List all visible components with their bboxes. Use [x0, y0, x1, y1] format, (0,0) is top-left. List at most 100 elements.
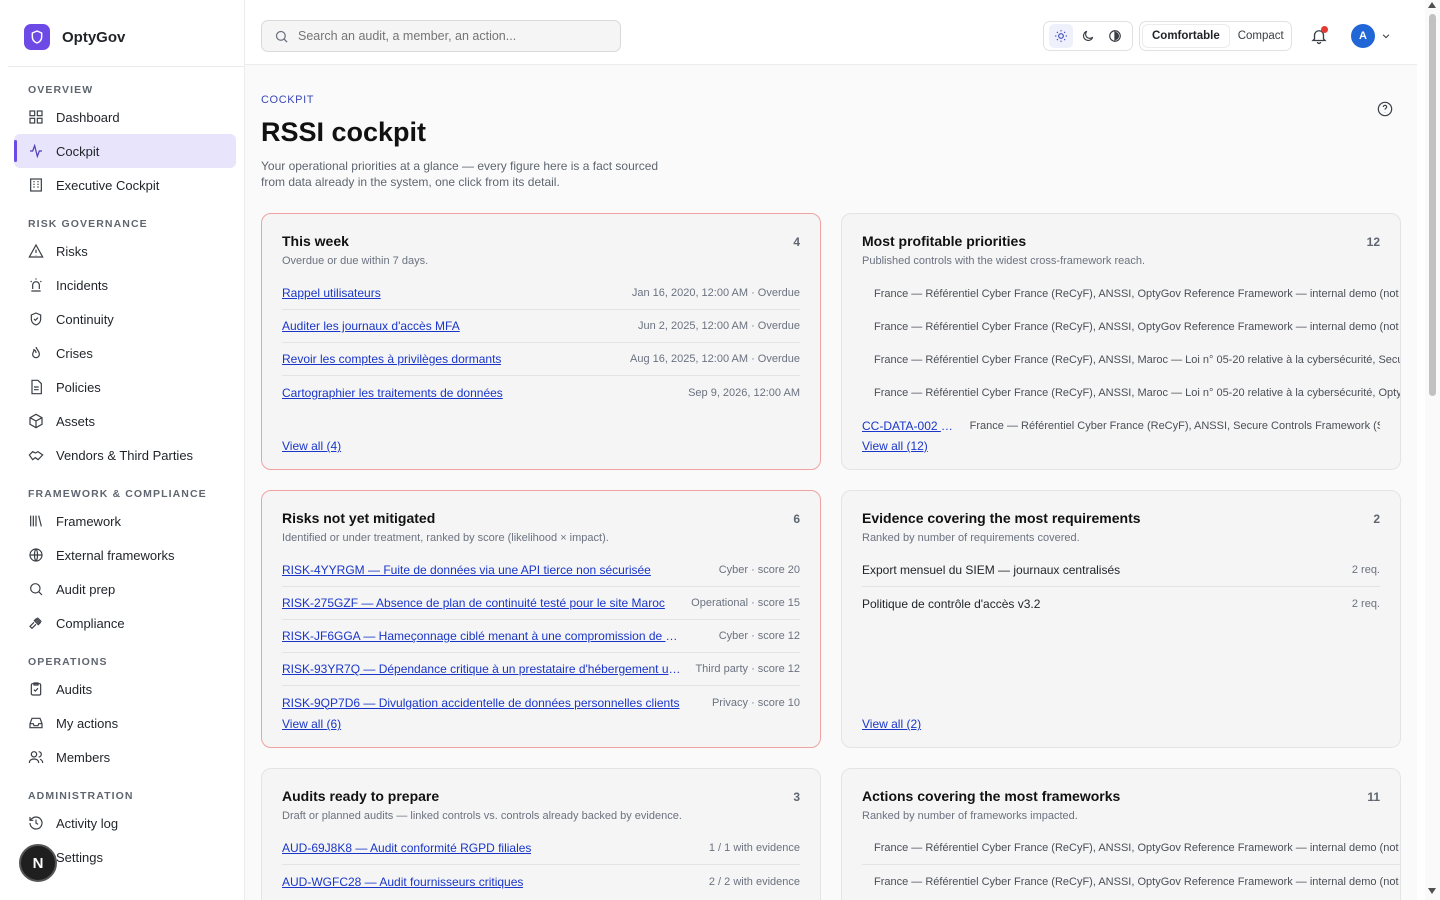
requirements-count: 2 req.: [1351, 564, 1380, 576]
sidebar-item-framework[interactable]: Framework: [14, 504, 236, 538]
sidebar-item-dashboard[interactable]: Dashboard: [14, 100, 236, 134]
sidebar-item-label: Policies: [56, 379, 101, 395]
sidebar-item-audits[interactable]: Audits: [14, 672, 236, 706]
history-icon: [29, 816, 43, 830]
sidebar-item-policies[interactable]: Policies: [14, 370, 236, 404]
sidebar-item-vendors[interactable]: Vendors & Third Parties: [14, 438, 236, 472]
sidebar-item-my-actions[interactable]: My actions: [14, 706, 236, 740]
list-item: RISK-4YYRGM — Fuite de données via une A…: [282, 554, 800, 587]
sidebar-item-external-frameworks[interactable]: External frameworks: [14, 538, 236, 572]
sidebar-item-activity-log[interactable]: Activity log: [14, 806, 236, 840]
action-link[interactable]: Auditer les journaux d'accès MFA: [282, 319, 460, 333]
action-link[interactable]: Rappel utilisateurs: [282, 286, 381, 300]
search-icon: [275, 30, 288, 43]
this-week-card: This week 4 Overdue or due within 7 days…: [261, 213, 821, 470]
page-scrollbar[interactable]: [1425, 0, 1440, 900]
card-title: Risks not yet mitigated: [282, 510, 436, 526]
sidebar-item-label: My actions: [56, 715, 119, 731]
moon-icon: [1082, 30, 1094, 41]
risk-link[interactable]: RISK-4YYRGM — Fuite de données via une A…: [282, 563, 651, 577]
scroll-up-arrow-icon[interactable]: [1428, 2, 1436, 8]
view-all-link[interactable]: View all (2): [862, 717, 921, 731]
topbar: Comfortable Compact A: [245, 0, 1417, 65]
help-icon[interactable]: [1377, 101, 1393, 117]
sidebar-item-label: Audit prep: [56, 581, 116, 597]
page-title: RSSI cockpit: [261, 117, 427, 147]
view-all-link[interactable]: View all (12): [862, 439, 928, 453]
sidebar-item-incidents[interactable]: Incidents: [14, 268, 236, 302]
brand-name: OptyGov: [62, 28, 126, 46]
list-item: Cartographier les traitements de données…: [282, 376, 800, 409]
due-date: Sep 9, 2026, 12:00 AM: [688, 386, 800, 399]
comfortable-button[interactable]: Comfortable: [1143, 25, 1229, 47]
search-icon: [30, 583, 43, 596]
frameworks-text: France — Référentiel Cyber France (ReCyF…: [874, 353, 1400, 366]
sidebar-item-label: Framework: [56, 513, 122, 529]
nav-section-administration: ADMINISTRATION: [28, 790, 134, 802]
profitable-priorities-card: Most profitable priorities 12 Published …: [841, 213, 1401, 470]
sidebar-item-label: Compliance: [56, 615, 125, 631]
nav-section-framework: FRAMEWORK & COMPLIANCE: [28, 488, 207, 500]
view-all-link[interactable]: View all (6): [282, 717, 341, 731]
sidebar-item-compliance[interactable]: Compliance: [14, 606, 236, 640]
list-item: France — Référentiel Cyber France (ReCyF…: [862, 832, 1400, 865]
light-theme-button[interactable]: [1048, 24, 1073, 48]
sidebar-item-label: Assets: [56, 413, 96, 429]
control-link[interactable]: CC-DATA-002 —...: [862, 419, 958, 433]
sidebar-item-executive-cockpit[interactable]: Executive Cockpit: [14, 168, 236, 202]
list-item: Rappel utilisateurs Jan 16, 2020, 12:00 A…: [282, 277, 800, 310]
search-box[interactable]: [261, 20, 621, 52]
search-input[interactable]: [298, 29, 598, 43]
audit-link[interactable]: AUD-69J8K8 — Audit conformité RGPD filia…: [282, 841, 531, 855]
dark-theme-button[interactable]: [1076, 24, 1100, 48]
sidebar-item-crises[interactable]: Crises: [14, 336, 236, 370]
sidebar-item-assets[interactable]: Assets: [14, 404, 236, 438]
list-item: AUD-WGFC28 — Audit fournisseurs critique…: [282, 865, 800, 898]
list-item[interactable]: Politique de contrôle d'accès v3.2 2 req.: [862, 587, 1380, 620]
sidebar-item-label: Cockpit: [56, 143, 100, 159]
action-link[interactable]: Revoir les comptes à privilèges dormants: [282, 352, 501, 366]
due-date: Jan 16, 2020, 12:00 AM · Overdue: [631, 287, 800, 299]
compact-button[interactable]: Compact: [1229, 25, 1293, 47]
sidebar-item-label: Risks: [56, 243, 88, 259]
sidebar-item-continuity[interactable]: Continuity: [14, 302, 236, 336]
frameworks-text: France — Référentiel Cyber France (ReCyF…: [874, 320, 1400, 333]
audits-card: Audits ready to prepare 3 Draft or plann…: [261, 768, 821, 900]
list-item: France — Référentiel Cyber France (ReCyF…: [862, 865, 1400, 898]
card-title: Actions covering the most frameworks: [862, 788, 1121, 804]
list-item: RISK-9QP7D6 — Divulgation accidentelle d…: [282, 686, 800, 719]
scroll-down-arrow-icon[interactable]: [1428, 888, 1436, 894]
sidebar-item-members[interactable]: Members: [14, 740, 236, 774]
risk-link[interactable]: RISK-275GZF — Absence de plan de continu…: [282, 596, 665, 610]
list-item: France — Référentiel Cyber France (ReCyF…: [862, 376, 1400, 409]
brand[interactable]: OptyGov: [24, 24, 125, 50]
sidebar: OptyGov OVERVIEW Dashboard Cockpit Execu…: [0, 0, 245, 900]
sidebar-item-audit-prep[interactable]: Audit prep: [14, 572, 236, 606]
activity-icon: [30, 143, 42, 159]
scrollbar-thumb[interactable]: [1429, 14, 1436, 396]
card-title: This week: [282, 233, 349, 249]
document-icon: [31, 379, 42, 395]
due-date: Jun 2, 2025, 12:00 AM · Overdue: [637, 320, 800, 332]
risk-link[interactable]: RISK-93YR7Q — Dépendance critique à un p…: [282, 662, 682, 676]
shield-check-icon: [30, 312, 42, 326]
list-item[interactable]: Export mensuel du SIEM — journaux centra…: [862, 554, 1380, 587]
inbox-icon: [29, 717, 43, 729]
evidence-ratio: 1 / 1 with evidence: [708, 842, 800, 854]
main-content: COCKPIT RSSI cockpit Your operational pr…: [245, 65, 1417, 900]
audit-link[interactable]: AUD-WGFC28 — Audit fournisseurs critique…: [282, 875, 523, 889]
sidebar-item-cockpit[interactable]: Cockpit: [14, 134, 236, 168]
sidebar-item-risks[interactable]: Risks: [14, 234, 236, 268]
action-link[interactable]: Cartographier les traitements de données: [282, 386, 503, 400]
risk-link[interactable]: RISK-9QP7D6 — Divulgation accidentelle d…: [282, 696, 680, 710]
contrast-theme-button[interactable]: [1103, 24, 1127, 48]
sidebar-item-label: External frameworks: [56, 547, 175, 563]
view-all-link[interactable]: View all (4): [282, 439, 341, 453]
user-avatar[interactable]: A: [1351, 24, 1375, 48]
risk-link[interactable]: RISK-JF6GGA — Hameçonnage ciblé menant à…: [282, 629, 682, 643]
floating-avatar[interactable]: N: [19, 844, 57, 882]
evidence-ratio: 2 / 2 with evidence: [708, 875, 800, 888]
actions-card: Actions covering the most frameworks 11 …: [841, 768, 1401, 900]
due-date: Aug 16, 2025, 12:00 AM · Overdue: [629, 353, 800, 365]
chevron-down-icon[interactable]: [1381, 31, 1391, 41]
